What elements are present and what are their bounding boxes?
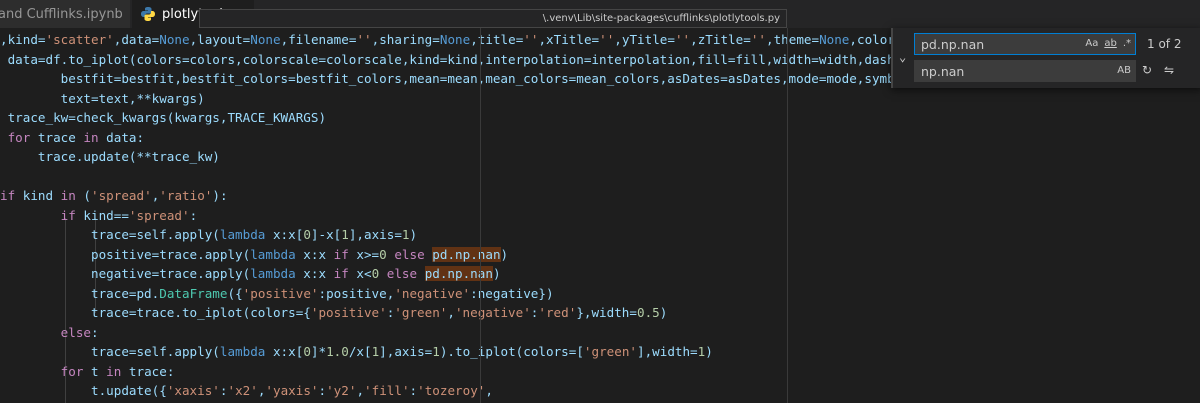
match-count: 1 of 2	[1147, 37, 1182, 51]
code-line[interactable]: trace_kw=check_kwargs(kwargs,TRACE_KWARG…	[0, 108, 326, 127]
python-icon	[141, 7, 155, 21]
find-replace-widget: ⌄ pd.np.nan Aa ab .* 1 of 2 np.nan AB ↻ …	[891, 28, 1200, 88]
code-line[interactable]: if kind in ('spread','ratio'):	[0, 186, 228, 205]
replace-input[interactable]: np.nan AB	[914, 60, 1136, 82]
code-line[interactable]: ,kind='scatter',data=None,layout=None,fi…	[0, 30, 902, 49]
code-line[interactable]: text=text,**kwargs)	[0, 89, 205, 108]
code-line[interactable]: trace=trace.to_iplot(colors={'positive':…	[0, 303, 667, 322]
find-input[interactable]: pd.np.nan Aa ab .*	[914, 33, 1136, 55]
replace-all-icon[interactable]: ⇋	[1164, 63, 1174, 77]
tab-cufflinks-notebook[interactable]: and Cufflinks.ipynb	[0, 0, 131, 28]
whole-word-icon[interactable]: ab	[1104, 34, 1116, 54]
code-line[interactable]: trace=self.apply(lambda x:x[0]-x[1],axis…	[0, 225, 417, 244]
match-case-icon[interactable]: Aa	[1085, 34, 1098, 54]
code-line[interactable]: if kind=='spread':	[0, 206, 198, 225]
find-input-value: pd.np.nan	[921, 37, 985, 52]
code-line[interactable]: trace=self.apply(lambda x:x[0]*1.0/x[1],…	[0, 342, 713, 361]
tab-label: and Cufflinks.ipynb	[0, 6, 123, 22]
replace-input-value: np.nan	[921, 64, 965, 79]
ruler-line	[787, 28, 788, 403]
code-line[interactable]: positive=trace.apply(lambda x:x if x>=0 …	[0, 245, 508, 264]
find-options: Aa ab .*	[1085, 34, 1131, 54]
replace-one-icon[interactable]: ↻	[1142, 63, 1152, 77]
toggle-replace-chevron-icon[interactable]: ⌄	[899, 50, 906, 64]
replace-options: AB	[1117, 61, 1131, 81]
code-line[interactable]: bestfit=bestfit,bestfit_colors=bestfit_c…	[0, 69, 895, 88]
code-line[interactable]: t.update({'xaxis':'x2','yaxis':'y2','fil…	[0, 381, 493, 400]
code-line[interactable]: trace.update(**trace_kw)	[0, 147, 220, 166]
code-line[interactable]: for t in trace:	[0, 362, 175, 381]
code-line[interactable]: else:	[0, 323, 99, 342]
code-line[interactable]: negative=trace.apply(lambda x:x if x<0 e…	[0, 264, 501, 283]
file-path-tooltip: \.venv\Lib\site-packages\cufflinks\plotl…	[199, 9, 787, 28]
code-line[interactable]: for trace in data:	[0, 128, 145, 147]
ruler-line	[480, 28, 481, 403]
regex-icon[interactable]: .*	[1123, 34, 1131, 54]
code-line[interactable]: trace=pd.DataFrame({'positive':positive,…	[0, 284, 554, 303]
preserve-case-icon[interactable]: AB	[1117, 61, 1131, 81]
code-line[interactable]: data=df.to_iplot(colors=colors,colorscal…	[0, 50, 903, 69]
